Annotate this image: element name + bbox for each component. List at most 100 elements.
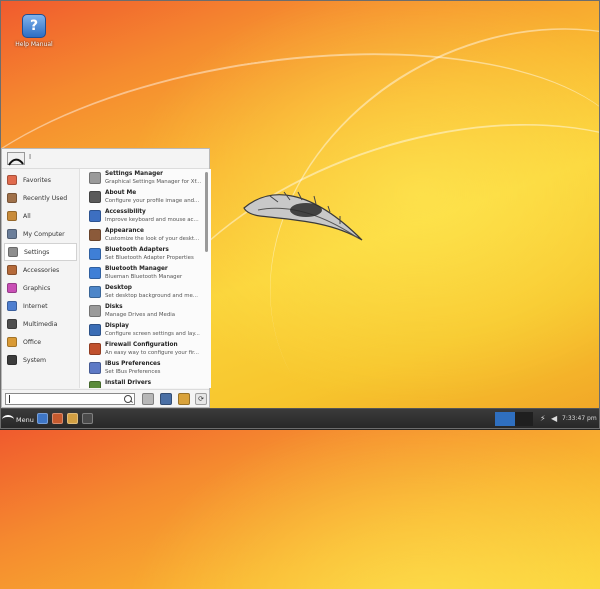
- appearance-icon: [89, 229, 101, 241]
- app-list-scrollbar[interactable]: [205, 172, 208, 252]
- firewall-icon: [89, 343, 101, 355]
- app-description: Set IBus Preferences: [105, 369, 161, 375]
- app-title: Install Drivers: [105, 380, 152, 386]
- app-about-me[interactable]: About Me Configure your profile image an…: [80, 188, 211, 207]
- category-label: Recently Used: [23, 194, 68, 202]
- user-name: I: [29, 153, 32, 161]
- app-ibus-preferences[interactable]: IBus Preferences Set IBus Preferences: [80, 359, 211, 378]
- workspace-1[interactable]: [495, 412, 515, 426]
- app-title: Accessibility: [105, 209, 146, 215]
- text-caret: [9, 395, 10, 403]
- recent-icon: [7, 193, 17, 203]
- desktop-settings-icon: [89, 286, 101, 298]
- app-bluetooth-manager[interactable]: Bluetooth Manager Blueman Bluetooth Mana…: [80, 264, 211, 283]
- lock-button[interactable]: [178, 393, 190, 405]
- category-label: System: [23, 356, 47, 364]
- application-list: Settings Manager Graphical Settings Mana…: [79, 169, 211, 388]
- category-office[interactable]: Office: [4, 333, 77, 351]
- app-title: Bluetooth Manager: [105, 266, 168, 272]
- app-appearance[interactable]: Appearance Customize the look of your de…: [80, 226, 211, 245]
- category-label: Settings: [24, 248, 50, 256]
- category-label: Graphics: [23, 284, 51, 292]
- app-description: Configure your profile image and...: [105, 198, 200, 204]
- desktop-icon-label: Help Manual: [15, 41, 53, 48]
- accessibility-icon: [89, 210, 101, 222]
- file-manager-icon[interactable]: [67, 413, 78, 424]
- category-label: All: [23, 212, 31, 220]
- app-title: Display: [105, 323, 129, 329]
- bluetooth-adapter-icon: [89, 248, 101, 260]
- app-title: About Me: [105, 190, 137, 196]
- app-title: Firewall Configuration: [105, 342, 178, 348]
- app-title: Settings Manager: [105, 171, 164, 177]
- category-list: Favorites Recently Used All My Computer …: [4, 171, 77, 369]
- app-title: Disks: [105, 304, 123, 310]
- display-icon: [89, 324, 101, 336]
- category-internet[interactable]: Internet: [4, 297, 77, 315]
- category-all[interactable]: All: [4, 207, 77, 225]
- app-install-drivers[interactable]: Install Drivers: [80, 378, 211, 388]
- app-description: Set desktop background and me...: [105, 293, 198, 299]
- search-input[interactable]: [5, 393, 135, 405]
- menu-header: I: [2, 149, 209, 169]
- logout-icon: ⟳: [198, 395, 204, 403]
- category-label: Accessories: [23, 266, 60, 274]
- category-label: Internet: [23, 302, 48, 310]
- app-description: Manage Drives and Media: [105, 312, 176, 318]
- app-disks[interactable]: Disks Manage Drives and Media: [80, 302, 211, 321]
- console-icon[interactable]: [82, 413, 93, 424]
- install-drivers-icon: [89, 381, 101, 388]
- menu-button[interactable]: Menu: [2, 412, 34, 427]
- app-description: Set Bluetooth Adapter Properties: [105, 255, 194, 261]
- category-recently-used[interactable]: Recently Used: [4, 189, 77, 207]
- terminal-launcher-icon[interactable]: [37, 413, 48, 424]
- app-description: Graphical Settings Manager for Xf...: [105, 179, 202, 185]
- category-graphics[interactable]: Graphics: [4, 279, 77, 297]
- app-desktop[interactable]: Desktop Set desktop background and me...: [80, 283, 211, 302]
- category-favorites[interactable]: Favorites: [4, 171, 77, 189]
- settings-manager-icon: [89, 172, 101, 184]
- app-description: Blueman Bluetooth Manager: [105, 274, 183, 280]
- app-firewall-configuration[interactable]: Firewall Configuration An easy way to co…: [80, 340, 211, 359]
- desktop-icon-help-manual[interactable]: ? Help Manual: [10, 14, 58, 48]
- system-icon: [7, 355, 17, 365]
- applications-button[interactable]: [142, 393, 154, 405]
- app-title: Bluetooth Adapters: [105, 247, 169, 253]
- about-me-icon: [89, 191, 101, 203]
- monitor-button[interactable]: [160, 393, 172, 405]
- category-multimedia[interactable]: Multimedia: [4, 315, 77, 333]
- category-my-computer[interactable]: My Computer: [4, 225, 77, 243]
- network-icon[interactable]: ⚡: [540, 414, 546, 424]
- app-display[interactable]: Display Configure screen settings and la…: [80, 321, 211, 340]
- category-label: My Computer: [23, 230, 65, 238]
- multimedia-icon: [7, 319, 17, 329]
- app-bluetooth-adapters[interactable]: Bluetooth Adapters Set Bluetooth Adapter…: [80, 245, 211, 264]
- workspace-2[interactable]: [515, 412, 533, 426]
- category-settings[interactable]: Settings: [4, 243, 77, 261]
- app-description: Configure screen settings and lay...: [105, 331, 200, 337]
- all-apps-icon: [7, 211, 17, 221]
- volume-icon[interactable]: ◀: [551, 414, 557, 424]
- category-system[interactable]: System: [4, 351, 77, 369]
- disks-icon: [89, 305, 101, 317]
- office-icon: [7, 337, 17, 347]
- user-avatar-icon: [8, 158, 24, 166]
- avatar[interactable]: [7, 152, 25, 166]
- web-browser-icon[interactable]: [52, 413, 63, 424]
- menu-button-label: Menu: [16, 415, 34, 424]
- internet-icon: [7, 301, 17, 311]
- app-settings-manager[interactable]: Settings Manager Graphical Settings Mana…: [80, 169, 211, 188]
- accessories-icon: [7, 265, 17, 275]
- menu-bottom-bar: ⟳: [2, 389, 209, 408]
- app-accessibility[interactable]: Accessibility Improve keyboard and mouse…: [80, 207, 211, 226]
- logout-button[interactable]: ⟳: [195, 393, 207, 405]
- category-accessories[interactable]: Accessories: [4, 261, 77, 279]
- computer-icon: [7, 229, 17, 239]
- taskbar: Menu ⚡ ◀ 7:33:47 pm: [0, 408, 600, 430]
- category-label: Office: [23, 338, 42, 346]
- graphics-icon: [7, 283, 17, 293]
- search-icon[interactable]: [124, 395, 132, 403]
- settings-icon: [8, 247, 18, 257]
- distro-logo-icon: [2, 415, 14, 424]
- clock[interactable]: 7:33:47 pm: [562, 415, 597, 422]
